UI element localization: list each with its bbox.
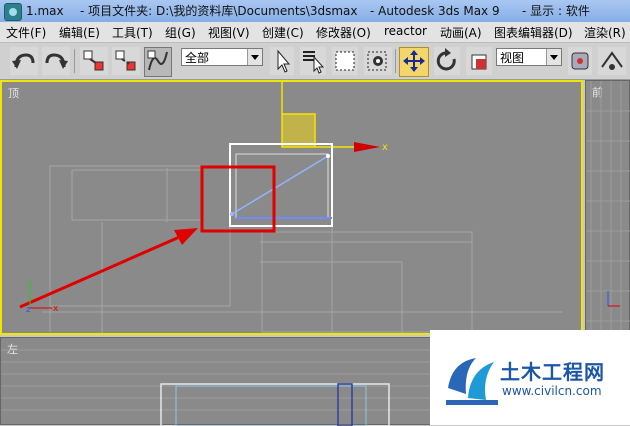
top-viewport[interactable]: 顶 x y x z: [0, 80, 583, 335]
select-and-link-icon[interactable]: [80, 47, 108, 75]
main-toolbar: 全部 视图: [0, 43, 630, 80]
select-and-manipulate-icon[interactable]: [598, 47, 626, 75]
menu-bar: 文件(F) 编辑(E) 工具(T) 组(G) 视图(V) 创建(C) 修改器(O…: [0, 22, 630, 43]
pivot-point-center-icon[interactable]: [568, 47, 592, 75]
menu-tools[interactable]: 工具(T): [112, 24, 153, 41]
project-folder: - 项目文件夹: D:\我的资料库\Documents\3dsmax: [80, 4, 358, 18]
3dsmax-app-icon[interactable]: [4, 3, 22, 21]
menu-rendering[interactable]: 渲染(R): [584, 24, 626, 41]
select-and-move-icon[interactable]: [399, 47, 429, 77]
axis-y-label: y: [27, 278, 33, 288]
undo-icon[interactable]: [10, 47, 38, 75]
menu-animation[interactable]: 动画(A): [440, 24, 482, 41]
chevron-down-icon: [546, 49, 561, 65]
menu-views[interactable]: 视图(V): [208, 24, 250, 41]
title-bar: 1.max - 项目文件夹: D:\我的资料库\Documents\3dsmax…: [0, 0, 630, 22]
front-viewport-grid: [586, 81, 630, 336]
axis-x-label: x: [53, 304, 59, 314]
watermark-url: www.civilcn.com: [502, 384, 602, 398]
toolbar-separator: [74, 49, 75, 73]
highlight-box: [200, 165, 276, 233]
file-name: 1.max: [26, 4, 64, 18]
toolbar-separator: [395, 49, 396, 73]
menu-file[interactable]: 文件(F): [6, 24, 46, 41]
redo-icon[interactable]: [42, 47, 70, 75]
coordinate-system-value: 视图: [500, 51, 525, 65]
top-viewport-canvas: x y x z: [19, 82, 562, 333]
select-and-scale-icon[interactable]: [466, 47, 492, 75]
front-viewport[interactable]: 前: [585, 80, 630, 336]
selection-filter-value: 全部: [185, 51, 210, 65]
select-by-name-icon[interactable]: [300, 47, 326, 75]
menu-edit[interactable]: 编辑(E): [59, 24, 100, 41]
selection-filter-dropdown[interactable]: 全部: [181, 48, 263, 66]
menu-group[interactable]: 组(G): [165, 24, 196, 41]
axis-z-label: z: [26, 305, 31, 315]
unlink-selection-icon[interactable]: [112, 47, 140, 75]
civilcn-logo-icon: [446, 358, 498, 405]
reference-coordinate-dropdown[interactable]: 视图: [496, 48, 562, 66]
chevron-down-icon: [247, 49, 262, 65]
select-and-rotate-icon[interactable]: [434, 47, 460, 75]
watermark-title: 土木工程网: [500, 360, 605, 384]
bind-to-space-warp-icon[interactable]: [144, 47, 172, 77]
watermark-panel: 土木工程网 www.civilcn.com: [430, 330, 630, 425]
menu-graph-editors[interactable]: 图表编辑器(D): [494, 24, 573, 41]
rectangular-selection-icon[interactable]: [332, 47, 358, 75]
menu-create[interactable]: 创建(C): [262, 24, 304, 41]
display-mode: - 显示 : 软件: [522, 4, 590, 18]
menu-reactor[interactable]: reactor: [384, 24, 427, 38]
gizmo-x-label: x: [382, 142, 388, 153]
select-object-icon[interactable]: [270, 47, 294, 75]
window-crossing-icon[interactable]: [364, 47, 392, 75]
app-title: - Autodesk 3ds Max 9: [370, 4, 500, 18]
menu-modifiers[interactable]: 修改器(O): [316, 24, 371, 41]
